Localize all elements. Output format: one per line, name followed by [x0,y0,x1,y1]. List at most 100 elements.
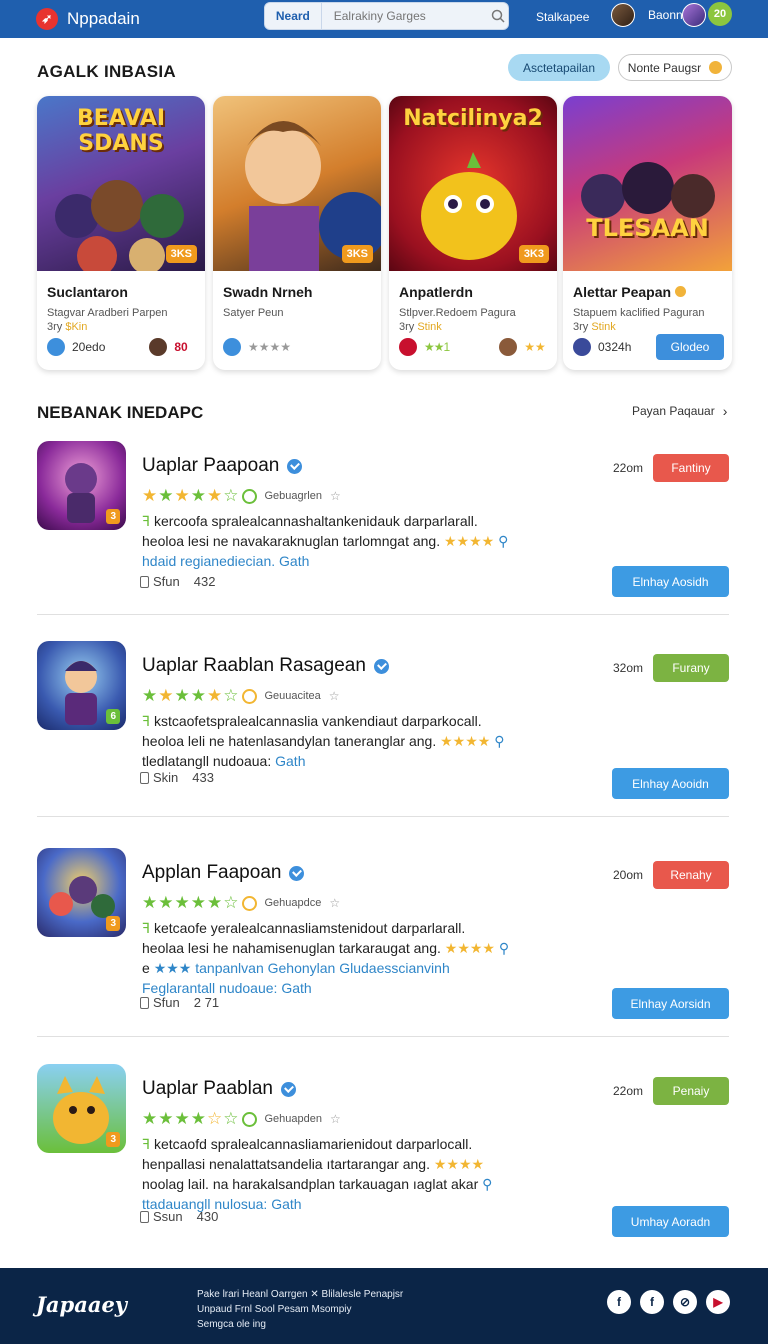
search-icon[interactable] [489,9,508,23]
status-tag[interactable]: Penaiy [653,1077,729,1105]
row-description: ꟻ kercoofa spralealcannashaltankenidauk … [142,511,572,571]
desc-line: heoloa leli ne hatenlasandylan tanerangl… [142,731,572,751]
desc-text: e [142,960,150,976]
search-tab[interactable]: Neard [265,3,322,29]
row-time: 22om [613,461,644,475]
user-menu[interactable]: Baonn [611,3,683,27]
row-meta: Sfun 432 [140,574,215,589]
footer-link[interactable]: Pake lrari Heanl Oarrgen ✕ Blilalesle Pe… [197,1287,403,1302]
star-rating: ★★★★★☆ [142,893,240,912]
search-bar: Neard [264,2,509,30]
desc-link[interactable]: Gath [279,553,309,569]
game-artwork: BEAVAI SDANS 3KS [37,96,205,271]
file-icon [140,575,149,588]
star-outline-icon[interactable]: ☆ [330,1112,341,1126]
game-card[interactable]: BEAVAI SDANS 3KS Suclantaron Stagvar Ara… [37,96,205,370]
card-title-text: Alettar Peapan [573,284,672,300]
desc-text: regianediecian. [180,553,276,569]
card-foot-stars2: ★★ [524,340,546,354]
row-action-button[interactable]: Umhay Aoradn [612,1206,729,1237]
icon-badge: 3 [106,1132,120,1147]
card-title: Anpatlerdn [399,284,473,300]
star-outline-icon[interactable]: ☆ [329,896,340,910]
secondary-pill-button[interactable]: Nonte Paugsr [618,54,732,81]
coin-icon [709,61,723,74]
list-item[interactable]: 3 Uaplar Paablan ★★★★☆☆ Gehuapden ☆ ꟻ ke… [37,1064,729,1244]
meta-label: Skin [153,770,179,785]
card-action-button[interactable]: Glodeo [656,334,724,360]
video-icon[interactable]: ▶ [706,1290,730,1314]
artwork-title: Natcilinya2 [403,106,543,131]
rating-circle-icon [241,1111,257,1127]
leaf-icon: ꟻ [142,513,154,529]
row-time: 20om [613,868,644,882]
card-subtitle: Stapuem kaclified Paguran 3ry Stink [573,306,704,334]
desc-line: henpallasi nenalattatsandelia ıtartarang… [142,1154,572,1174]
row-action-button[interactable]: Elnhay Aooidn [612,768,729,799]
meta-count: 430 [196,1209,219,1224]
price-tag: 3KS [165,245,197,263]
status-tag[interactable]: Furany [653,654,729,682]
list-item[interactable]: 3 Applan Faapoan ★★★★★☆ Gehuapdce ☆ ꟻ ke… [37,848,729,1028]
footer-link[interactable]: Semgca ole ing [197,1317,403,1332]
facebook-icon[interactable]: f [607,1290,631,1314]
share-icon: ⚲ [482,1176,493,1192]
desc-line: heolaa lesi he nahamisenuglan tarkarauga… [142,938,572,958]
footer: Japaaey Pake lrari Heanl Oarrgen ✕ Blila… [0,1268,768,1344]
star-outline-icon[interactable]: ☆ [329,689,340,703]
verified-icon [373,658,389,674]
list-item[interactable]: 6 Uaplar Raablan Rasagean ★★★★★☆ Geuuaci… [37,641,729,801]
file-icon [140,996,149,1009]
game-card[interactable]: Natcilinya2 3K3 Anpatlerdn Stlpver.Redoe… [389,96,557,370]
desc-stars: ★★★★ [433,1156,485,1172]
file-icon [140,771,149,784]
rating-label: Gebuagrlen [264,490,323,502]
leaf-icon: ꟻ [142,713,154,729]
file-icon [140,1210,149,1223]
platform-icon [573,338,591,356]
footer-link[interactable]: Unpaud Frnl Sool Pesam Msompiy [197,1302,403,1317]
game-card[interactable]: 3KS Swadn Nrneh Satyer Peun ★★★★ [213,96,381,370]
profile-avatar[interactable] [682,3,706,27]
desc-stars: ★★★★ [444,940,495,956]
link-icon[interactable]: ⊘ [673,1290,697,1314]
row-action-button[interactable]: Elnhay Aorsidn [612,988,729,1019]
featured-cards: BEAVAI SDANS 3KS Suclantaron Stagvar Ara… [37,96,732,370]
card-subtitle-line: Stlpver.Redoem Pagura [399,307,516,319]
row-action-button[interactable]: Elnhay Aosidh [612,566,729,597]
rating-label: Geuuacitea [264,690,321,702]
notification-badge[interactable]: 20 [708,2,732,26]
desc-line: ꟻ kercoofa spralealcannashaltankenidauk … [142,511,572,531]
desc-line: ꟻ kstcaofetspralealcannaslia vankendiaut… [142,711,572,731]
card-subtitle-line: Stagvar Aradberi Parpen [47,307,168,319]
list-item[interactable]: 3 Uaplar Paapoan ★★★★★☆ Gebuagrlen ☆ ꟻ k… [37,441,729,601]
card-footer: ★★★★ [223,338,371,356]
meta-label: Ssun [153,1209,183,1224]
footer-logo[interactable]: Japaaey [36,1292,127,1317]
game-card[interactable]: TLESAAN Alettar Peapan Stapuem kaclified… [563,96,732,370]
card-subtitle: Stagvar Aradberi Parpen 3ry $Kin [47,306,167,334]
desc-link[interactable]: Gath [275,753,305,769]
desc-text: tledlatangll nudoaua: [142,753,272,769]
see-more-link[interactable]: Payan Paqauar › [632,403,727,419]
search-input[interactable] [321,9,489,23]
leaf-icon: ꟻ [142,920,154,936]
game-artwork: 3KS [213,96,381,271]
header-link[interactable]: Stalkapee [536,10,589,24]
desc-line: tledlatangll nudoaua: Gath [142,751,572,771]
facebook-icon[interactable]: f [640,1290,664,1314]
status-tag[interactable]: Fantiny [653,454,729,482]
card-footer: 20edo 80 [47,338,195,356]
chevron-right-icon: › [722,403,728,419]
status-tag[interactable]: Renahy [653,861,729,889]
desc-text: hdaid [142,553,177,569]
desc-text: heoloa leli ne hatenlasandylan tanerangl… [142,733,437,749]
star-rating: ★★★★★☆ [142,486,240,505]
platform-icon [399,338,417,356]
star-outline-icon[interactable]: ☆ [330,489,341,503]
rating-circle-icon [241,688,257,704]
primary-pill-button[interactable]: Asctetapailan [508,54,610,81]
top-header: ➶ Nppadain Neard Stalkapee Baonn 20 [0,0,768,38]
icon-badge: 3 [106,509,120,524]
app-logo[interactable]: ➶ Nppadain [36,8,256,30]
